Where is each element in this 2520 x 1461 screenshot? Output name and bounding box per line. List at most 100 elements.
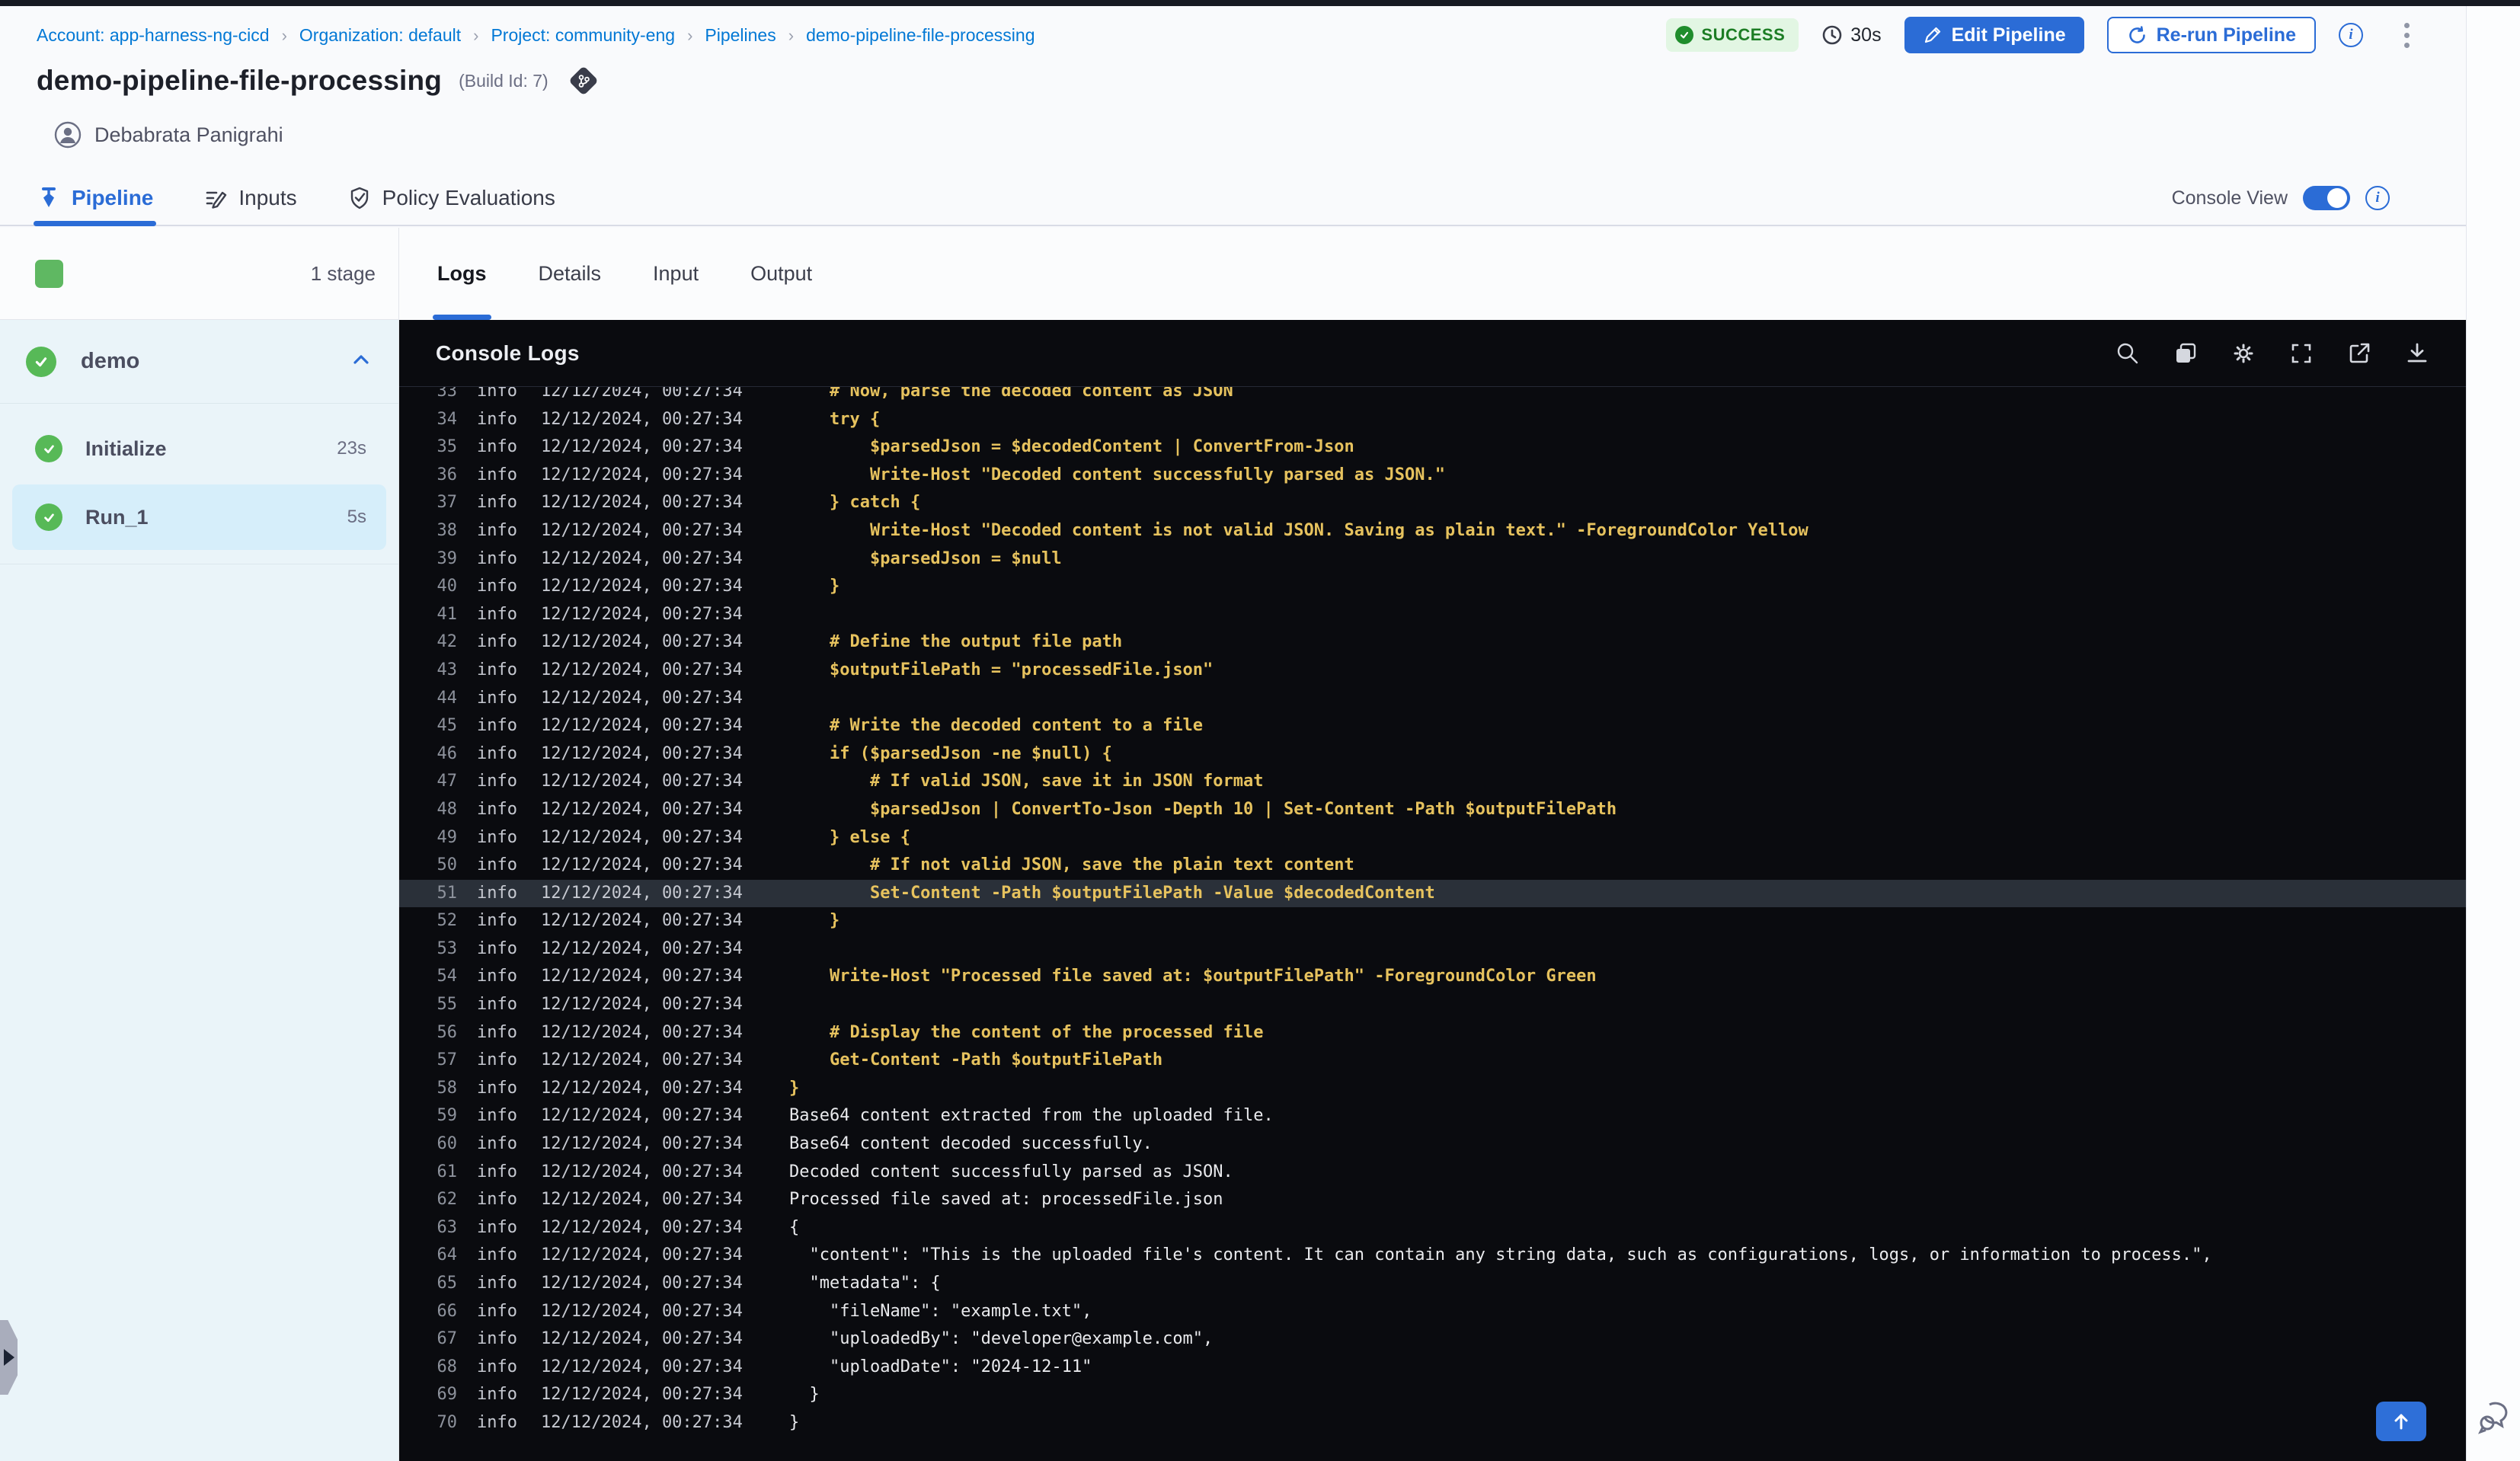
log-row[interactable]: 69 info 12/12/2024, 00:27:34 } (399, 1381, 2466, 1409)
log-timestamp: 12/12/2024, 00:27:34 (541, 465, 743, 484)
console-toolbar (2114, 340, 2431, 367)
log-row[interactable]: 46 info 12/12/2024, 00:27:34 if ($parsedJs… (399, 740, 2466, 769)
more-options-button[interactable] (2397, 20, 2417, 51)
log-row[interactable]: 50 info 12/12/2024, 00:27:34 # If not vali… (399, 852, 2466, 880)
log-message: Decoded content successfully parsed as J… (789, 1162, 1233, 1181)
log-row[interactable]: 52 info 12/12/2024, 00:27:34 } (399, 907, 2466, 935)
log-line-number: 49 (437, 827, 458, 847)
log-row[interactable]: 55 info 12/12/2024, 00:27:34 (399, 991, 2466, 1019)
window-top-strip (0, 0, 2520, 6)
step-item-run_1[interactable]: Run_1 5s (12, 484, 386, 550)
console-view-info-icon[interactable]: i (2365, 186, 2390, 210)
breadcrumb-item[interactable]: Pipelines (705, 25, 776, 46)
tab-pipeline[interactable]: Pipeline (34, 171, 157, 226)
breadcrumb-item[interactable]: Account: app-harness-ng-cicd (37, 25, 270, 46)
open-in-new-icon[interactable] (2346, 340, 2373, 367)
breadcrumb-item[interactable]: Project: community-eng (491, 25, 675, 46)
log-timestamp: 12/12/2024, 00:27:34 (541, 577, 743, 596)
log-line-number: 42 (437, 632, 458, 652)
log-row[interactable]: 57 info 12/12/2024, 00:27:34 Get-Content -… (399, 1047, 2466, 1075)
log-row[interactable]: 47 info 12/12/2024, 00:27:34 # If valid JS… (399, 768, 2466, 796)
log-row[interactable]: 53 info 12/12/2024, 00:27:34 (399, 935, 2466, 964)
log-row[interactable]: 70 info 12/12/2024, 00:27:34} (399, 1409, 2466, 1437)
log-row[interactable]: 51 info 12/12/2024, 00:27:34 Set-Content -… (399, 879, 2466, 908)
log-level: info (477, 437, 517, 457)
console-tab-label: Details (538, 262, 602, 285)
log-row[interactable]: 44 info 12/12/2024, 00:27:34 (399, 685, 2466, 713)
log-row[interactable]: 37 info 12/12/2024, 00:27:34 } catch { (399, 489, 2466, 517)
log-row[interactable]: 65 info 12/12/2024, 00:27:34 "metadata": { (399, 1270, 2466, 1298)
log-row[interactable]: 38 info 12/12/2024, 00:27:34 Write-Host "D… (399, 517, 2466, 545)
git-info-icon[interactable] (567, 64, 600, 98)
breadcrumb-item[interactable]: Organization: default (299, 25, 461, 46)
support-chat-icon[interactable] (2473, 1395, 2515, 1438)
log-row[interactable]: 62 info 12/12/2024, 00:27:34 Processed file… (399, 1186, 2466, 1214)
tab-policy-evaluations[interactable]: Policy Evaluations (347, 171, 555, 225)
console-tab-input[interactable]: Input (653, 228, 699, 320)
log-message: } (789, 577, 840, 596)
step-list: Initialize 23s Run_1 5s (0, 404, 398, 564)
log-level: info (477, 1022, 517, 1042)
download-icon[interactable] (2403, 340, 2431, 367)
log-row[interactable]: 48 info 12/12/2024, 00:27:34 $parsedJson |… (399, 796, 2466, 824)
log-row[interactable]: 49 info 12/12/2024, 00:27:34 } else { (399, 824, 2466, 852)
search-icon[interactable] (2114, 340, 2141, 367)
log-line-number: 60 (437, 1134, 458, 1154)
log-row[interactable]: 68 info 12/12/2024, 00:27:34 "uploadDate":… (399, 1354, 2466, 1382)
console-tab-details[interactable]: Details (539, 228, 602, 320)
log-row[interactable]: 34 info 12/12/2024, 00:27:34 try { (399, 406, 2466, 434)
log-timestamp: 12/12/2024, 00:27:34 (541, 716, 743, 736)
log-row[interactable]: 66 info 12/12/2024, 00:27:34 "fileName": "… (399, 1298, 2466, 1326)
log-scroll-area[interactable]: 33 info 12/12/2024, 00:27:34 # Now, parse … (399, 387, 2466, 1461)
log-line-number: 51 (437, 883, 458, 903)
log-row[interactable]: 35 info 12/12/2024, 00:27:34 $parsedJson =… (399, 433, 2466, 462)
log-row[interactable]: 67 info 12/12/2024, 00:27:34 "uploadedBy":… (399, 1325, 2466, 1354)
log-level: info (477, 387, 517, 401)
rerun-info-icon[interactable]: i (2339, 23, 2363, 47)
log-line-number: 66 (437, 1301, 458, 1321)
log-row[interactable]: 45 info 12/12/2024, 00:27:34 # Write the d… (399, 712, 2466, 740)
log-row[interactable]: 33 info 12/12/2024, 00:27:34 # Now, parse … (399, 387, 2466, 406)
log-message: # If not valid JSON, save the plain text… (789, 855, 1354, 875)
log-timestamp: 12/12/2024, 00:27:34 (541, 1162, 743, 1181)
log-level: info (477, 883, 517, 903)
rerun-pipeline-button[interactable]: Re-run Pipeline (2106, 17, 2316, 53)
log-row[interactable]: 64 info 12/12/2024, 00:27:34 "content": "T… (399, 1242, 2466, 1270)
console-tab-logs[interactable]: Logs (433, 228, 491, 320)
stage-group-demo[interactable]: demo (0, 320, 398, 404)
log-row[interactable]: 61 info 12/12/2024, 00:27:34 Decoded conten… (399, 1159, 2466, 1187)
log-row[interactable]: 43 info 12/12/2024, 00:27:34 $outputFilePa… (399, 657, 2466, 685)
log-row[interactable]: 60 info 12/12/2024, 00:27:34 Base64 content… (399, 1130, 2466, 1159)
settings-gear-icon[interactable] (2230, 340, 2257, 367)
pipeline-execution-page: Account: app-harness-ng-cicd › Organizatio… (0, 0, 2520, 1461)
log-message: $outputFilePath = "processedFile.json" (789, 660, 1214, 679)
fullscreen-icon[interactable] (2288, 340, 2315, 367)
stage-status-square[interactable] (35, 259, 63, 288)
log-row[interactable]: 42 info 12/12/2024, 00:27:34 # Define the … (399, 628, 2466, 657)
log-row[interactable]: 59 info 12/12/2024, 00:27:34 Base64 content… (399, 1102, 2466, 1130)
log-timestamp: 12/12/2024, 00:27:34 (541, 493, 743, 513)
log-line-number: 54 (437, 967, 458, 986)
log-timestamp: 12/12/2024, 00:27:34 (541, 1022, 743, 1042)
console-view-toggle[interactable] (2303, 186, 2350, 210)
log-row[interactable]: 54 info 12/12/2024, 00:27:34 Write-Host "P… (399, 963, 2466, 991)
tab-inputs[interactable]: Inputs (203, 171, 297, 225)
log-message: } (789, 1385, 820, 1405)
log-timestamp: 12/12/2024, 00:27:34 (541, 1134, 743, 1154)
log-row[interactable]: 63 info 12/12/2024, 00:27:34 { (399, 1214, 2466, 1242)
breadcrumb-item[interactable]: demo-pipeline-file-processing (806, 25, 1035, 46)
console-tab-output[interactable]: Output (750, 228, 812, 320)
log-row[interactable]: 58 info 12/12/2024, 00:27:34} (399, 1075, 2466, 1103)
scroll-to-top-button[interactable] (2376, 1402, 2426, 1441)
log-row[interactable]: 40 info 12/12/2024, 00:27:34 } (399, 573, 2466, 601)
log-level: info (477, 688, 517, 708)
log-row[interactable]: 41 info 12/12/2024, 00:27:34 (399, 601, 2466, 629)
log-row[interactable]: 36 info 12/12/2024, 00:27:34 Write-Host "D… (399, 462, 2466, 490)
edit-pipeline-button[interactable]: Edit Pipeline (1904, 17, 2084, 53)
log-level: info (477, 1106, 517, 1126)
chevron-up-icon[interactable] (350, 348, 373, 375)
log-row[interactable]: 56 info 12/12/2024, 00:27:34 # Display the… (399, 1019, 2466, 1047)
step-item-initialize[interactable]: Initialize 23s (12, 416, 386, 481)
log-row[interactable]: 39 info 12/12/2024, 00:27:34 $parsedJson =… (399, 545, 2466, 574)
copy-icon[interactable] (2172, 340, 2199, 367)
